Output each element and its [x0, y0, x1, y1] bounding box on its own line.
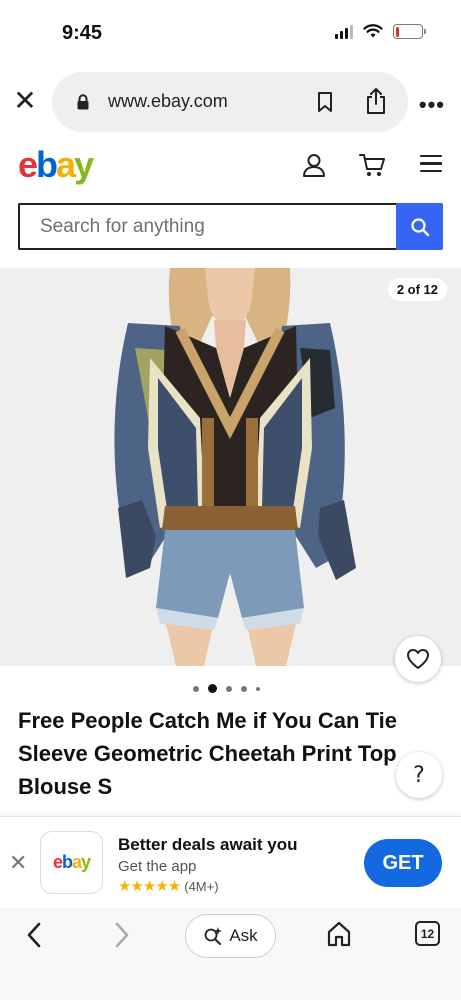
- site-header: ebay: [0, 140, 461, 196]
- status-icons: [335, 24, 426, 39]
- search-button[interactable]: [396, 203, 443, 250]
- battery-level: [395, 26, 400, 37]
- app-install-banner: ✕ ebay Better deals await you Get the ap…: [0, 816, 461, 908]
- banner-subtitle: Get the app: [118, 858, 197, 875]
- rating-count: (4M+): [184, 878, 219, 894]
- tabs-icon[interactable]: 12: [415, 921, 440, 946]
- status-time: 9:45: [62, 22, 103, 44]
- star-rating-icon: ★★★★★: [118, 877, 181, 895]
- url-text: www.ebay.com: [108, 91, 228, 111]
- product-image[interactable]: 2 of 12: [0, 268, 461, 666]
- search-bar: [18, 203, 443, 250]
- back-icon[interactable]: [22, 920, 46, 950]
- carousel-dot[interactable]: [256, 686, 260, 691]
- home-icon[interactable]: [326, 920, 352, 948]
- get-app-button[interactable]: GET: [364, 839, 442, 887]
- carousel-dot-active[interactable]: [208, 684, 217, 693]
- carousel-dot[interactable]: [193, 685, 199, 692]
- watch-button[interactable]: [395, 636, 441, 682]
- carousel-dot[interactable]: [226, 685, 232, 692]
- image-counter: 2 of 12: [387, 278, 447, 301]
- wifi-icon: [363, 24, 383, 38]
- lock-icon: [77, 94, 89, 110]
- product-photo: [114, 268, 356, 666]
- banner-title: Better deals await you: [118, 835, 298, 854]
- ebay-logo[interactable]: ebay: [18, 144, 94, 186]
- app-rating: ★★★★★ (4M+): [118, 877, 219, 895]
- close-icon[interactable]: ✕: [12, 87, 38, 115]
- banner-close-icon[interactable]: ✕: [9, 851, 27, 876]
- heart-icon: [407, 649, 429, 669]
- carousel-dot[interactable]: [241, 685, 247, 692]
- search-icon: [410, 217, 429, 236]
- search-input[interactable]: [18, 203, 398, 250]
- browser-bar: ✕ www.ebay.com •••: [0, 70, 461, 132]
- help-button[interactable]: ?: [396, 752, 442, 798]
- forward-icon[interactable]: [110, 920, 134, 950]
- battery-icon: [393, 24, 426, 39]
- bookmark-icon[interactable]: [316, 91, 334, 113]
- share-icon[interactable]: [364, 86, 388, 116]
- signal-icon: [335, 24, 353, 39]
- more-icon[interactable]: •••: [419, 92, 445, 118]
- menu-icon[interactable]: [420, 155, 442, 173]
- user-icon[interactable]: [301, 152, 327, 178]
- carousel-dots: [193, 684, 260, 693]
- address-bar[interactable]: www.ebay.com: [52, 72, 408, 132]
- ask-sparkle-icon: [204, 927, 223, 945]
- product-title: Free People Catch Me if You Can Tie Slee…: [18, 708, 397, 799]
- ebay-app-icon: ebay: [40, 831, 103, 894]
- browser-toolbar: Ask 12: [0, 908, 461, 1000]
- status-bar: 9:45: [0, 0, 461, 62]
- ask-button[interactable]: Ask: [185, 914, 276, 958]
- cart-icon[interactable]: [358, 152, 386, 178]
- ask-label: Ask: [229, 926, 258, 945]
